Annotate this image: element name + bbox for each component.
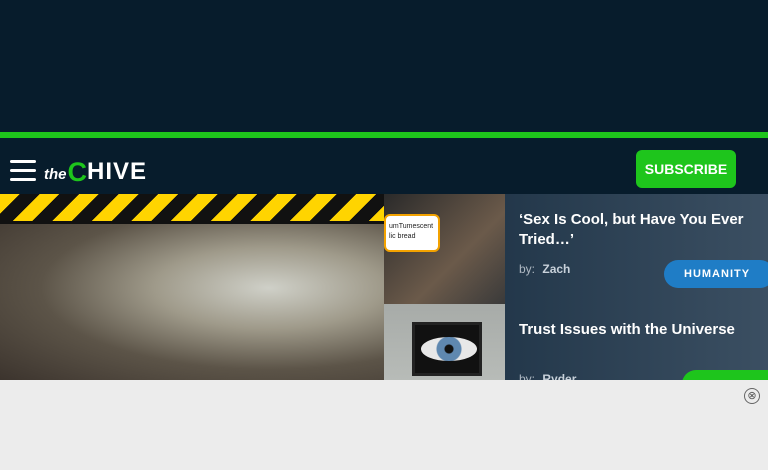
logo-the: the <box>44 166 67 183</box>
logo-c: C <box>67 157 88 187</box>
tv-screen <box>412 322 482 376</box>
article-thumbnail[interactable]: umTumescent lic bread <box>384 194 505 304</box>
byline-label: by: <box>519 262 536 276</box>
eye-image <box>421 337 477 361</box>
author-name[interactable]: Zach <box>542 262 570 276</box>
close-icon[interactable]: ⊗ <box>744 388 760 404</box>
subscribe-button[interactable]: SUBSCRIBE <box>636 150 736 188</box>
site-header: the C HIVE SUBSCRIBE <box>0 138 768 194</box>
category-tag[interactable]: HUMANITY <box>664 260 768 288</box>
article-card[interactable]: umTumescent lic bread ‘Sex Is Cool, but … <box>384 194 768 304</box>
article-title[interactable]: ‘Sex Is Cool, but Have You Ever Tried…’ <box>519 210 759 250</box>
hero-article[interactable] <box>0 194 384 384</box>
article-byline: by: Zach <box>519 262 570 276</box>
thumbnail-text: umTumescent lic bread <box>384 214 440 252</box>
bottom-ad-slot: ⊗ <box>0 380 768 470</box>
menu-icon[interactable] <box>10 160 36 182</box>
top-ad-slot <box>0 0 768 132</box>
menu-line <box>10 160 36 163</box>
page: the C HIVE SUBSCRIBE umTumescent lic bre… <box>0 0 768 470</box>
hazard-stripes <box>0 194 384 224</box>
logo-hive: HIVE <box>87 158 148 185</box>
site-logo[interactable]: the C HIVE <box>44 157 148 187</box>
menu-line <box>10 169 36 172</box>
menu-line <box>10 178 36 181</box>
article-title[interactable]: Trust Issues with the Universe <box>519 320 759 340</box>
hero-image[interactable] <box>0 224 384 384</box>
